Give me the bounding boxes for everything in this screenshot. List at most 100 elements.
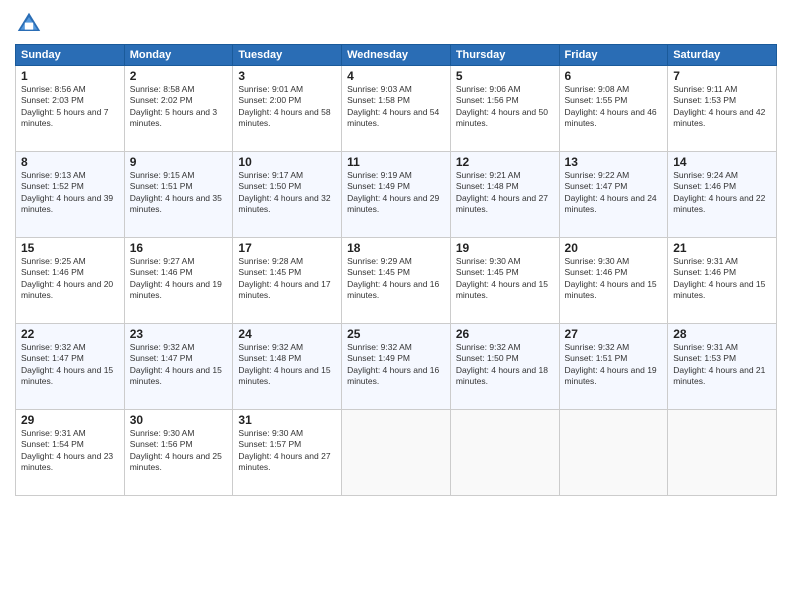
- weekday-header-monday: Monday: [124, 45, 233, 66]
- calendar-cell: 6Sunrise: 9:08 AMSunset: 1:55 PMDaylight…: [559, 66, 668, 152]
- calendar-cell: 17Sunrise: 9:28 AMSunset: 1:45 PMDayligh…: [233, 238, 342, 324]
- calendar-week-row: 22Sunrise: 9:32 AMSunset: 1:47 PMDayligh…: [16, 324, 777, 410]
- day-number: 6: [565, 69, 663, 83]
- cell-info: Sunrise: 9:30 AMSunset: 1:46 PMDaylight:…: [565, 256, 663, 302]
- day-number: 1: [21, 69, 119, 83]
- day-number: 24: [238, 327, 336, 341]
- day-number: 20: [565, 241, 663, 255]
- weekday-header-wednesday: Wednesday: [342, 45, 451, 66]
- cell-info: Sunrise: 9:30 AMSunset: 1:56 PMDaylight:…: [130, 428, 228, 474]
- cell-info: Sunrise: 9:30 AMSunset: 1:57 PMDaylight:…: [238, 428, 336, 474]
- day-number: 22: [21, 327, 119, 341]
- cell-info: Sunrise: 9:32 AMSunset: 1:50 PMDaylight:…: [456, 342, 554, 388]
- cell-info: Sunrise: 9:13 AMSunset: 1:52 PMDaylight:…: [21, 170, 119, 216]
- day-number: 14: [673, 155, 771, 169]
- day-number: 12: [456, 155, 554, 169]
- cell-info: Sunrise: 9:03 AMSunset: 1:58 PMDaylight:…: [347, 84, 445, 130]
- day-number: 26: [456, 327, 554, 341]
- cell-info: Sunrise: 8:56 AMSunset: 2:03 PMDaylight:…: [21, 84, 119, 130]
- logo-icon: [15, 10, 43, 38]
- day-number: 23: [130, 327, 228, 341]
- weekday-header-sunday: Sunday: [16, 45, 125, 66]
- calendar-cell: 1Sunrise: 8:56 AMSunset: 2:03 PMDaylight…: [16, 66, 125, 152]
- calendar-cell: 22Sunrise: 9:32 AMSunset: 1:47 PMDayligh…: [16, 324, 125, 410]
- weekday-header-row: SundayMondayTuesdayWednesdayThursdayFrid…: [16, 45, 777, 66]
- cell-info: Sunrise: 9:32 AMSunset: 1:47 PMDaylight:…: [21, 342, 119, 388]
- cell-info: Sunrise: 9:22 AMSunset: 1:47 PMDaylight:…: [565, 170, 663, 216]
- calendar-cell: 27Sunrise: 9:32 AMSunset: 1:51 PMDayligh…: [559, 324, 668, 410]
- calendar-cell: 12Sunrise: 9:21 AMSunset: 1:48 PMDayligh…: [450, 152, 559, 238]
- day-number: 11: [347, 155, 445, 169]
- calendar-cell: 19Sunrise: 9:30 AMSunset: 1:45 PMDayligh…: [450, 238, 559, 324]
- day-number: 25: [347, 327, 445, 341]
- calendar-cell: 28Sunrise: 9:31 AMSunset: 1:53 PMDayligh…: [668, 324, 777, 410]
- cell-info: Sunrise: 9:32 AMSunset: 1:47 PMDaylight:…: [130, 342, 228, 388]
- calendar-cell: 15Sunrise: 9:25 AMSunset: 1:46 PMDayligh…: [16, 238, 125, 324]
- calendar-cell: 13Sunrise: 9:22 AMSunset: 1:47 PMDayligh…: [559, 152, 668, 238]
- cell-info: Sunrise: 9:32 AMSunset: 1:51 PMDaylight:…: [565, 342, 663, 388]
- cell-info: Sunrise: 9:19 AMSunset: 1:49 PMDaylight:…: [347, 170, 445, 216]
- calendar-cell: 9Sunrise: 9:15 AMSunset: 1:51 PMDaylight…: [124, 152, 233, 238]
- day-number: 3: [238, 69, 336, 83]
- cell-info: Sunrise: 9:31 AMSunset: 1:46 PMDaylight:…: [673, 256, 771, 302]
- day-number: 9: [130, 155, 228, 169]
- weekday-header-tuesday: Tuesday: [233, 45, 342, 66]
- day-number: 19: [456, 241, 554, 255]
- cell-info: Sunrise: 9:32 AMSunset: 1:49 PMDaylight:…: [347, 342, 445, 388]
- cell-info: Sunrise: 9:08 AMSunset: 1:55 PMDaylight:…: [565, 84, 663, 130]
- cell-info: Sunrise: 9:31 AMSunset: 1:54 PMDaylight:…: [21, 428, 119, 474]
- calendar-cell: 25Sunrise: 9:32 AMSunset: 1:49 PMDayligh…: [342, 324, 451, 410]
- calendar-cell: 3Sunrise: 9:01 AMSunset: 2:00 PMDaylight…: [233, 66, 342, 152]
- day-number: 2: [130, 69, 228, 83]
- cell-info: Sunrise: 9:28 AMSunset: 1:45 PMDaylight:…: [238, 256, 336, 302]
- day-number: 10: [238, 155, 336, 169]
- header: [15, 10, 777, 38]
- cell-info: Sunrise: 9:11 AMSunset: 1:53 PMDaylight:…: [673, 84, 771, 130]
- cell-info: Sunrise: 9:29 AMSunset: 1:45 PMDaylight:…: [347, 256, 445, 302]
- calendar-cell: 23Sunrise: 9:32 AMSunset: 1:47 PMDayligh…: [124, 324, 233, 410]
- day-number: 17: [238, 241, 336, 255]
- calendar-cell: [450, 410, 559, 496]
- weekday-header-thursday: Thursday: [450, 45, 559, 66]
- page: SundayMondayTuesdayWednesdayThursdayFrid…: [0, 0, 792, 612]
- day-number: 27: [565, 327, 663, 341]
- calendar-week-row: 15Sunrise: 9:25 AMSunset: 1:46 PMDayligh…: [16, 238, 777, 324]
- day-number: 7: [673, 69, 771, 83]
- day-number: 16: [130, 241, 228, 255]
- day-number: 30: [130, 413, 228, 427]
- calendar-cell: 5Sunrise: 9:06 AMSunset: 1:56 PMDaylight…: [450, 66, 559, 152]
- calendar-week-row: 29Sunrise: 9:31 AMSunset: 1:54 PMDayligh…: [16, 410, 777, 496]
- cell-info: Sunrise: 9:21 AMSunset: 1:48 PMDaylight:…: [456, 170, 554, 216]
- calendar-cell: 7Sunrise: 9:11 AMSunset: 1:53 PMDaylight…: [668, 66, 777, 152]
- calendar-cell: [668, 410, 777, 496]
- calendar-week-row: 8Sunrise: 9:13 AMSunset: 1:52 PMDaylight…: [16, 152, 777, 238]
- cell-info: Sunrise: 9:30 AMSunset: 1:45 PMDaylight:…: [456, 256, 554, 302]
- calendar-cell: 29Sunrise: 9:31 AMSunset: 1:54 PMDayligh…: [16, 410, 125, 496]
- logo: [15, 10, 47, 38]
- calendar-cell: 8Sunrise: 9:13 AMSunset: 1:52 PMDaylight…: [16, 152, 125, 238]
- day-number: 21: [673, 241, 771, 255]
- calendar-cell: 18Sunrise: 9:29 AMSunset: 1:45 PMDayligh…: [342, 238, 451, 324]
- calendar-cell: 14Sunrise: 9:24 AMSunset: 1:46 PMDayligh…: [668, 152, 777, 238]
- cell-info: Sunrise: 9:32 AMSunset: 1:48 PMDaylight:…: [238, 342, 336, 388]
- calendar-cell: 20Sunrise: 9:30 AMSunset: 1:46 PMDayligh…: [559, 238, 668, 324]
- calendar-cell: 4Sunrise: 9:03 AMSunset: 1:58 PMDaylight…: [342, 66, 451, 152]
- day-number: 8: [21, 155, 119, 169]
- cell-info: Sunrise: 9:06 AMSunset: 1:56 PMDaylight:…: [456, 84, 554, 130]
- weekday-header-saturday: Saturday: [668, 45, 777, 66]
- calendar-cell: [342, 410, 451, 496]
- calendar-cell: 24Sunrise: 9:32 AMSunset: 1:48 PMDayligh…: [233, 324, 342, 410]
- day-number: 28: [673, 327, 771, 341]
- cell-info: Sunrise: 9:25 AMSunset: 1:46 PMDaylight:…: [21, 256, 119, 302]
- calendar-table: SundayMondayTuesdayWednesdayThursdayFrid…: [15, 44, 777, 496]
- cell-info: Sunrise: 9:15 AMSunset: 1:51 PMDaylight:…: [130, 170, 228, 216]
- day-number: 15: [21, 241, 119, 255]
- day-number: 31: [238, 413, 336, 427]
- day-number: 5: [456, 69, 554, 83]
- calendar-cell: 21Sunrise: 9:31 AMSunset: 1:46 PMDayligh…: [668, 238, 777, 324]
- cell-info: Sunrise: 9:01 AMSunset: 2:00 PMDaylight:…: [238, 84, 336, 130]
- day-number: 18: [347, 241, 445, 255]
- calendar-cell: 16Sunrise: 9:27 AMSunset: 1:46 PMDayligh…: [124, 238, 233, 324]
- calendar-cell: 10Sunrise: 9:17 AMSunset: 1:50 PMDayligh…: [233, 152, 342, 238]
- cell-info: Sunrise: 9:17 AMSunset: 1:50 PMDaylight:…: [238, 170, 336, 216]
